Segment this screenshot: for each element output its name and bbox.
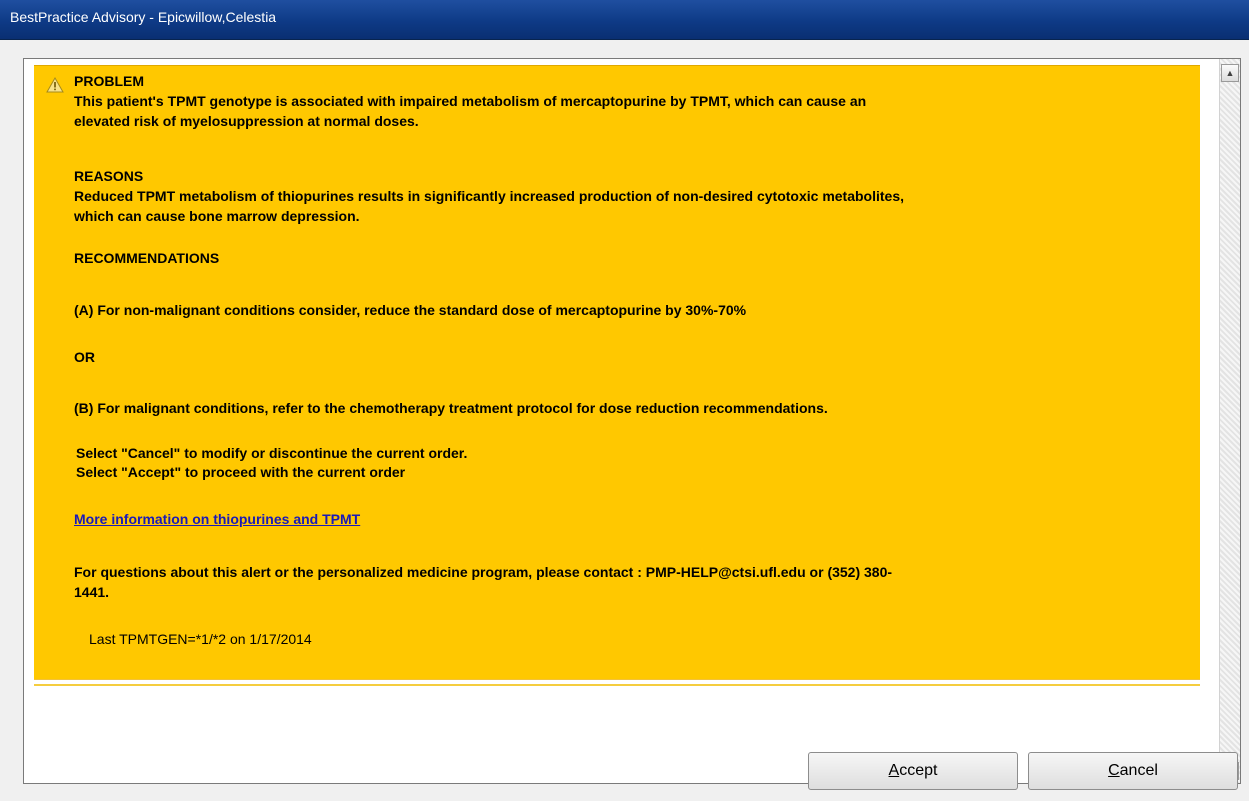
window-title: BestPractice Advisory - Epicwillow,Celes… [10, 9, 277, 25]
accept-button-label: Accept [888, 762, 938, 779]
or-text: OR [74, 349, 95, 365]
vertical-scrollbar[interactable]: ▲ ▼ [1219, 59, 1240, 783]
contact-text-line-2: 1441. [74, 584, 110, 600]
dialog-client-area: PROBLEM This patient's TPMT genotype is … [0, 40, 1249, 801]
accept-button[interactable]: Accept [808, 752, 1018, 790]
recommendation-b: (B) For malignant conditions, refer to t… [74, 400, 828, 416]
scroll-up-icon: ▲ [1225, 68, 1235, 78]
more-info-link[interactable]: More information on thiopurines and TPMT [74, 511, 360, 527]
problem-text-line-2: elevated risk of myelosuppression at nor… [74, 113, 419, 129]
recommendation-a: (A) For non-malignant conditions conside… [74, 302, 747, 318]
scroll-up-button[interactable]: ▲ [1221, 64, 1239, 82]
window-titlebar: BestPractice Advisory - Epicwillow,Celes… [0, 0, 1249, 40]
contact-text-line-1: For questions about this alert or the pe… [74, 564, 893, 580]
advisory-content-frame: PROBLEM This patient's TPMT genotype is … [23, 58, 1241, 784]
problem-heading: PROBLEM [74, 73, 144, 89]
recommendations-heading: RECOMMENDATIONS [74, 250, 220, 266]
reasons-text-line-2: which can cause bone marrow depression. [74, 208, 360, 224]
reasons-heading: REASONS [74, 168, 144, 184]
last-result-text: Last TPMTGEN=*1/*2 on 1/17/2014 [89, 631, 312, 647]
cancel-button[interactable]: Cancel [1028, 752, 1238, 790]
problem-text-line-1: This patient's TPMT genotype is associat… [74, 93, 867, 109]
cancel-button-label: Cancel [1108, 762, 1158, 779]
select-cancel-instruction: Select "Cancel" to modify or discontinue… [76, 445, 468, 461]
advisory-divider [34, 679, 1200, 686]
warning-icon [46, 77, 64, 93]
advisory-panel: PROBLEM This patient's TPMT genotype is … [34, 65, 1200, 679]
reasons-text-line-1: Reduced TPMT metabolism of thiopurines r… [74, 188, 905, 204]
select-accept-instruction: Select "Accept" to proceed with the curr… [76, 464, 406, 480]
